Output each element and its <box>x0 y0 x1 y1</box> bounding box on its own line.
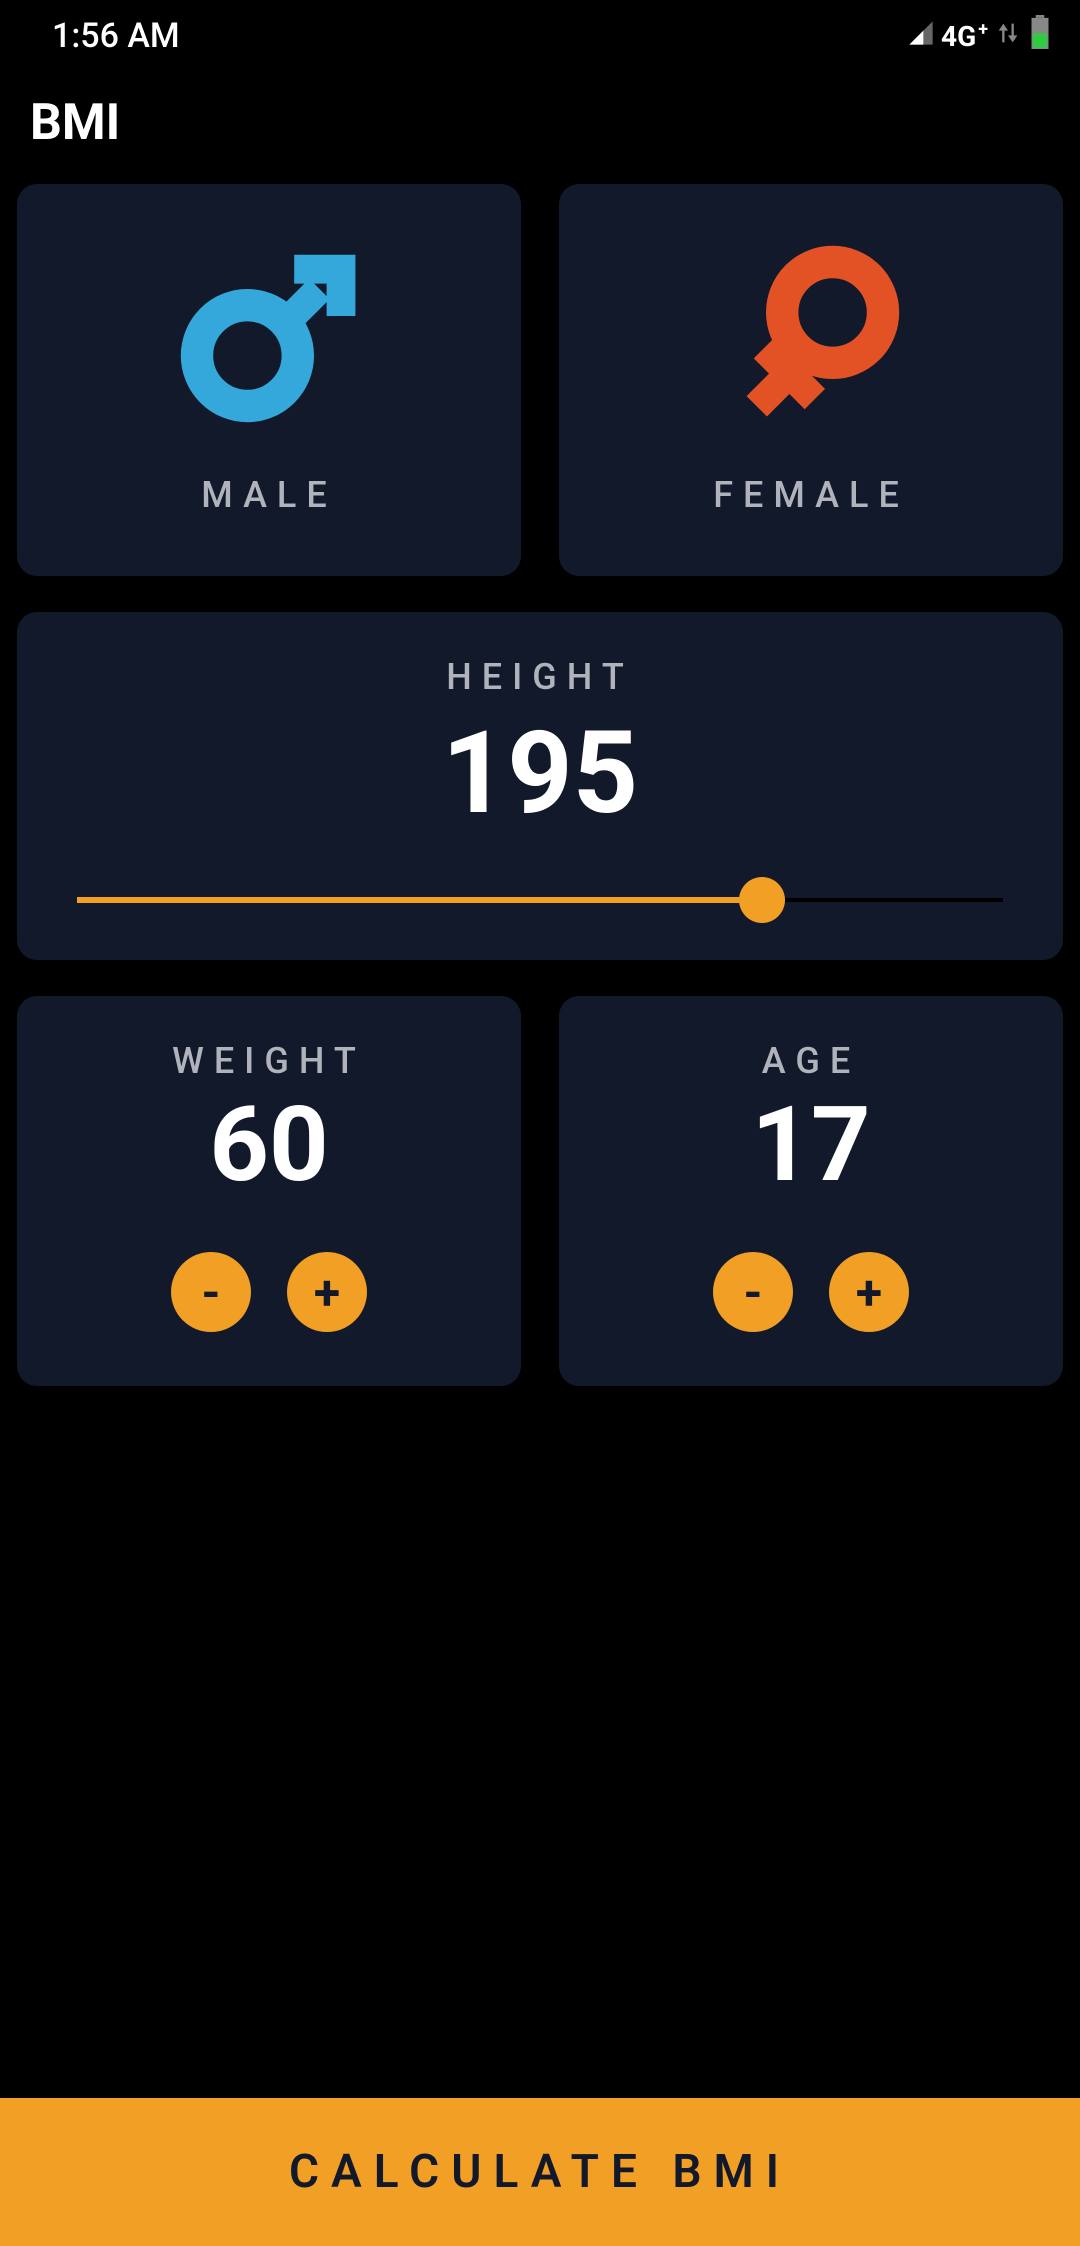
slider-fill <box>77 897 762 903</box>
height-slider[interactable] <box>77 880 1003 920</box>
weight-value: 60 <box>209 1094 328 1198</box>
page-title: BMI <box>0 72 1080 184</box>
status-bar: 1:56 AM 4G + <box>0 0 1080 72</box>
female-card[interactable]: FEMALE <box>559 184 1063 576</box>
weight-plus-button[interactable]: + <box>287 1252 367 1332</box>
slider-thumb[interactable] <box>739 877 785 923</box>
network-label: 4G <box>941 20 976 53</box>
female-icon <box>721 244 901 424</box>
age-value: 17 <box>751 1094 870 1198</box>
calculate-button[interactable]: CALCULATE BMI <box>0 2098 1080 2246</box>
network-plus-icon: + <box>978 19 988 40</box>
female-label: FEMALE <box>713 474 909 516</box>
male-label: MALE <box>201 474 336 516</box>
age-label: AGE <box>762 1040 860 1082</box>
weight-card: WEIGHT 60 - + <box>17 996 521 1386</box>
weight-minus-button[interactable]: - <box>171 1252 251 1332</box>
battery-icon <box>1028 15 1052 58</box>
age-minus-button[interactable]: - <box>713 1252 793 1332</box>
height-label: HEIGHT <box>446 656 634 698</box>
weight-label: WEIGHT <box>172 1040 366 1082</box>
data-arrows-icon <box>994 16 1022 56</box>
status-icons: 4G + <box>907 15 1052 58</box>
age-plus-button[interactable]: + <box>829 1252 909 1332</box>
signal-icon <box>907 16 935 56</box>
calculate-label: CALCULATE BMI <box>289 2145 791 2199</box>
male-card[interactable]: MALE <box>17 184 521 576</box>
height-card: HEIGHT 195 <box>17 612 1063 960</box>
status-time: 1:56 AM <box>52 16 180 56</box>
height-value: 195 <box>442 716 638 830</box>
age-card: AGE 17 - + <box>559 996 1063 1386</box>
male-icon <box>179 244 359 424</box>
